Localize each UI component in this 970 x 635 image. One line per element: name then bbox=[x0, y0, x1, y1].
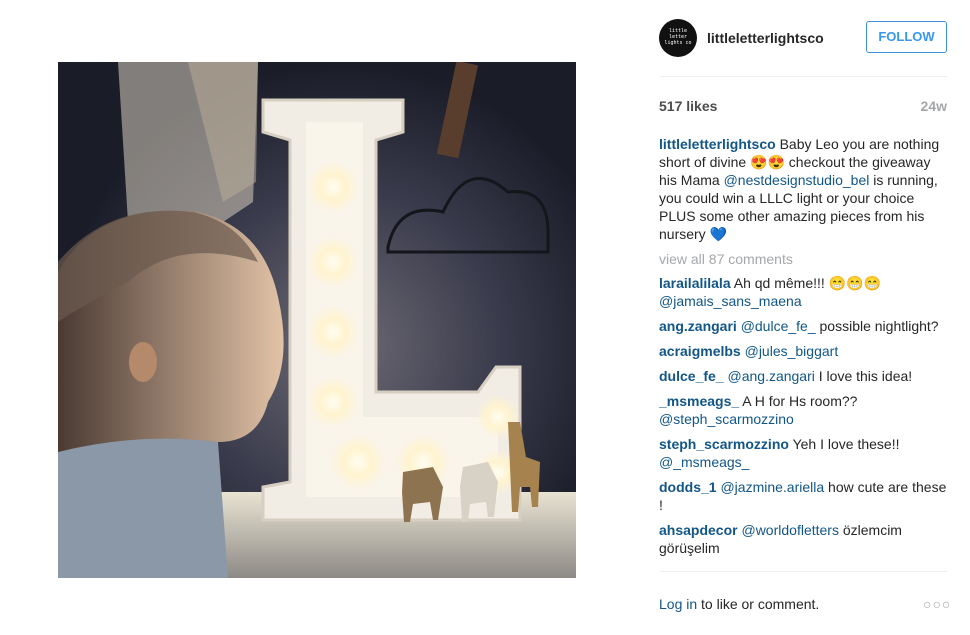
comment-mention[interactable]: @worldofletters bbox=[741, 522, 838, 538]
comment-item: _msmeags_ A H for Hs room?? @steph_scarm… bbox=[659, 392, 949, 428]
comment-mention[interactable]: @jules_biggart bbox=[745, 343, 839, 359]
footer-divider bbox=[659, 571, 947, 572]
comment-mention[interactable]: @dulce_fe_ bbox=[741, 318, 816, 334]
follow-button[interactable]: FOLLOW bbox=[866, 21, 947, 53]
comment-text-end: possible nightlight? bbox=[815, 318, 939, 334]
avatar-text: little letter lights co bbox=[664, 28, 692, 46]
comment-item: ahsapdecor @worldofletters özlemcim görü… bbox=[659, 521, 949, 557]
comment-username[interactable]: dulce_fe_ bbox=[659, 368, 724, 384]
likes-count[interactable]: 517 likes bbox=[659, 98, 717, 114]
comment-username[interactable]: steph_scarmozzino bbox=[659, 436, 789, 452]
comment-text: Ah qd même!!! 😁😁😁 bbox=[730, 275, 881, 291]
login-link[interactable]: Log in bbox=[659, 596, 697, 612]
comment-item: dodds_1 @jazmine.ariella how cute are th… bbox=[659, 478, 949, 514]
comment-item: acraigmelbs @jules_biggart bbox=[659, 342, 949, 360]
avatar[interactable]: little letter lights co bbox=[659, 19, 697, 57]
comment-username[interactable]: dodds_1 bbox=[659, 479, 717, 495]
comments-list[interactable]: littleletterlightsco Baby Leo you are no… bbox=[659, 135, 949, 568]
comment-mention[interactable]: @jazmine.ariella bbox=[720, 479, 824, 495]
more-options-icon[interactable]: ○○○ bbox=[923, 596, 951, 612]
comment-username[interactable]: ahsapdecor bbox=[659, 522, 738, 538]
caption-mention[interactable]: @nestdesignstudio_bel bbox=[724, 172, 870, 188]
comment-item: larailalilala Ah qd même!!! 😁😁😁 @jamais_… bbox=[659, 274, 949, 310]
login-prompt: Log in to like or comment. bbox=[659, 596, 819, 612]
comment-text: A H for Hs room?? bbox=[739, 393, 858, 409]
comment-mention[interactable]: @steph_scarmozzino bbox=[659, 411, 794, 427]
comment-mention[interactable]: @ang.zangari bbox=[727, 368, 814, 384]
comment-text-end: I love this idea! bbox=[814, 368, 913, 384]
caption: littleletterlightsco Baby Leo you are no… bbox=[659, 135, 949, 243]
comment-item: steph_scarmozzino Yeh I love these!! @_m… bbox=[659, 435, 949, 471]
comment-item: ang.zangari @dulce_fe_ possible nightlig… bbox=[659, 317, 949, 335]
comment-username[interactable]: larailalilala bbox=[659, 275, 731, 291]
comment-item: dulce_fe_ @ang.zangari I love this idea! bbox=[659, 367, 949, 385]
header-divider bbox=[659, 76, 947, 77]
post-header: little letter lights co littleletterligh… bbox=[659, 18, 947, 60]
comment-username[interactable]: ang.zangari bbox=[659, 318, 737, 334]
post-age[interactable]: 24w bbox=[921, 98, 947, 114]
comment-mention[interactable]: @_msmeags_ bbox=[659, 454, 749, 470]
post-photo-image bbox=[58, 62, 576, 578]
comment-text: Yeh I love these!! bbox=[788, 436, 900, 452]
post-side-panel: little letter lights co littleletterligh… bbox=[642, 0, 962, 635]
post-photo[interactable] bbox=[58, 62, 576, 578]
comment-username[interactable]: acraigmelbs bbox=[659, 343, 741, 359]
header-username[interactable]: littleletterlightsco bbox=[707, 30, 824, 46]
comment-username[interactable]: _msmeags_ bbox=[659, 393, 739, 409]
caption-username[interactable]: littleletterlightsco bbox=[659, 136, 776, 152]
login-prompt-text: to like or comment. bbox=[697, 596, 820, 612]
view-all-comments-link[interactable]: view all 87 comments bbox=[659, 250, 949, 268]
comment-mention[interactable]: @jamais_sans_maena bbox=[659, 293, 802, 309]
